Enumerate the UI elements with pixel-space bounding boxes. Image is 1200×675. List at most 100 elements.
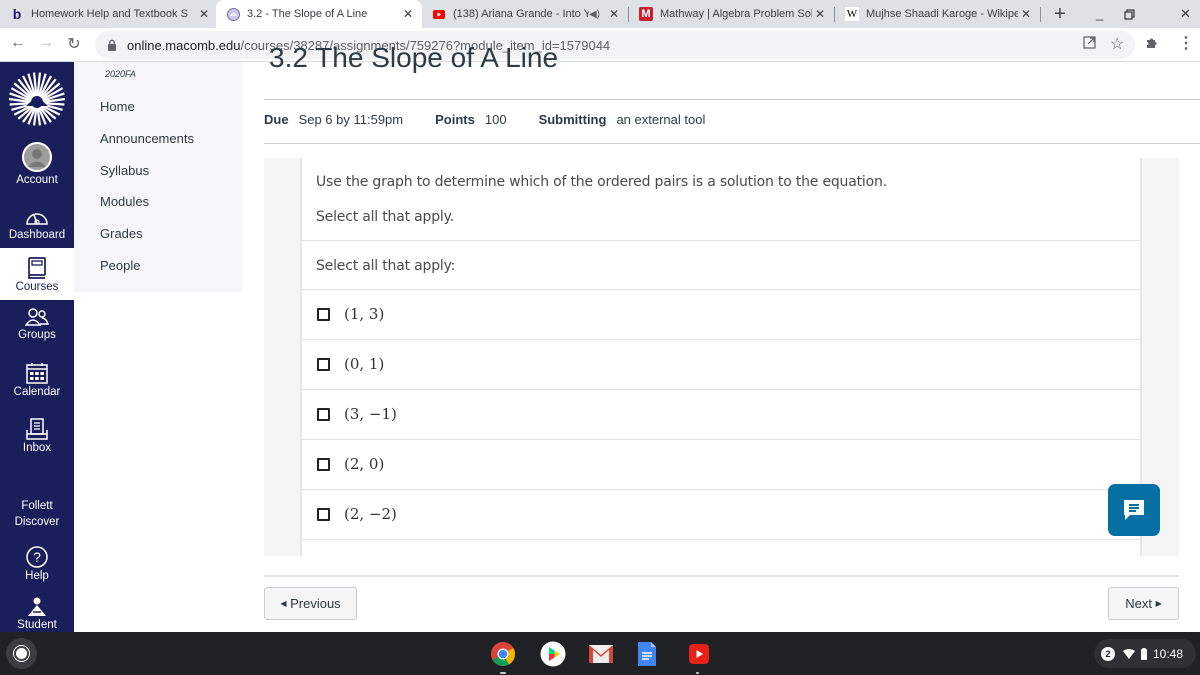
- course-term: 2020FA: [105, 69, 136, 79]
- inbox-icon: [26, 418, 48, 440]
- extensions-puzzle-icon[interactable]: [1146, 36, 1159, 52]
- course-nav-home[interactable]: Home: [100, 99, 135, 114]
- macomb-logo[interactable]: [0, 68, 74, 132]
- caret-left-icon: ◀: [280, 599, 287, 608]
- nav-groups[interactable]: Groups: [0, 307, 74, 341]
- new-tab-button[interactable]: +: [1050, 3, 1070, 26]
- global-navigation: Account Dashboard Courses Groups Calenda…: [0, 62, 74, 632]
- nav-dashboard[interactable]: Dashboard: [0, 207, 74, 241]
- close-icon[interactable]: ✕: [400, 7, 416, 21]
- assignment-title: 3.2 The Slope of A Line: [269, 42, 559, 73]
- mathway-favicon-icon: M: [639, 7, 653, 21]
- tab-youtube-ariana[interactable]: (138) Ariana Grande - Into Y ◀) ✕: [422, 0, 628, 28]
- select-all-label: Select all that apply:: [316, 258, 456, 274]
- reload-button[interactable]: ↻: [64, 34, 84, 54]
- divider: [264, 99, 1200, 100]
- answer-choice[interactable]: (3, −1): [302, 389, 1140, 439]
- close-icon[interactable]: ✕: [196, 7, 212, 21]
- nav-label: Calendar: [13, 386, 61, 398]
- groups-icon: [25, 308, 49, 326]
- answer-choice[interactable]: (1, 3): [302, 289, 1140, 339]
- url-host: online.macomb.edu: [127, 37, 241, 53]
- caret-right-icon: ▶: [1155, 599, 1162, 608]
- bartleby-favicon-icon: b: [12, 6, 22, 22]
- checkbox[interactable]: [317, 507, 330, 521]
- chat-help-button[interactable]: [1108, 484, 1160, 536]
- course-nav-syllabus[interactable]: Syllabus: [100, 163, 149, 178]
- close-window-icon[interactable]: ✕: [1180, 6, 1191, 22]
- help-icon: ?: [26, 546, 48, 568]
- wikipedia-favicon-icon: W: [845, 7, 859, 21]
- close-icon[interactable]: ✕: [812, 7, 828, 21]
- tab-slope-of-a-line[interactable]: 3.2 - The Slope of A Line ✕: [216, 0, 422, 28]
- address-bar[interactable]: online.macomb.edu /courses/38287/assignm…: [95, 31, 1135, 59]
- clock: 10:48: [1153, 646, 1184, 661]
- checkbox[interactable]: [317, 357, 330, 371]
- bookmark-star-icon[interactable]: ☆: [1110, 34, 1124, 54]
- nav-account[interactable]: Account: [0, 142, 74, 186]
- running-indicator: [696, 672, 699, 674]
- nav-calendar[interactable]: Calendar: [0, 362, 74, 398]
- previous-button[interactable]: ◀ Previous: [264, 587, 357, 620]
- nav-label: Account: [16, 174, 58, 186]
- tab-divider: [1040, 7, 1041, 22]
- tab-mathway[interactable]: M Mathway | Algebra Problem Sol ✕: [629, 0, 834, 28]
- nav-label: Dashboard: [8, 229, 66, 241]
- course-nav-modules[interactable]: Modules: [100, 194, 149, 209]
- question-prompt: Use the graph to determine which of the …: [316, 174, 887, 190]
- submitting-value: an external tool: [616, 112, 706, 127]
- canvas-favicon-icon: [226, 7, 240, 21]
- course-nav-announcements[interactable]: Announcements: [100, 131, 194, 146]
- play-store-app-icon[interactable]: [539, 640, 567, 668]
- forward-button[interactable]: →: [36, 34, 56, 52]
- course-nav-grades[interactable]: Grades: [100, 226, 143, 241]
- battery-icon: [1141, 647, 1147, 660]
- close-icon[interactable]: ✕: [606, 7, 622, 21]
- checkbox[interactable]: [317, 407, 330, 421]
- nav-label: Follett: [21, 500, 53, 512]
- nav-inbox[interactable]: Inbox: [0, 418, 74, 454]
- due-label: Due: [264, 112, 289, 127]
- question-instruction: Select all that apply.: [316, 209, 454, 225]
- gmail-app-icon[interactable]: [587, 640, 615, 668]
- nav-student[interactable]: Student: [0, 597, 74, 631]
- tab-homework-help[interactable]: b Homework Help and Textbook S ✕: [0, 0, 218, 28]
- google-docs-app-icon[interactable]: [633, 640, 661, 668]
- svg-text:?: ?: [33, 549, 41, 565]
- back-button[interactable]: ←: [8, 34, 28, 52]
- open-in-new-window-icon[interactable]: [1083, 36, 1096, 52]
- youtube-app-icon[interactable]: [685, 640, 713, 668]
- browser-toolbar: ← → ↻ online.macomb.edu /courses/38287/a…: [0, 28, 1200, 62]
- next-button[interactable]: Next ▶: [1108, 587, 1179, 620]
- restore-window-icon[interactable]: [1124, 8, 1135, 23]
- audio-playing-icon[interactable]: ◀): [589, 9, 600, 20]
- submitting-label: Submitting: [538, 112, 607, 127]
- nav-follett-discover[interactable]: Follett Discover: [0, 498, 74, 530]
- assignment-details: Due Sep 6 by 11:59pm Points 100 Submitti…: [264, 112, 705, 127]
- answer-choice[interactable]: (2, −2): [302, 489, 1140, 539]
- close-icon[interactable]: ✕: [1018, 7, 1034, 21]
- tab-title: Mujhse Shaadi Karoge - Wikipe: [866, 8, 1018, 20]
- tab-title: Mathway | Algebra Problem Sol: [660, 8, 812, 20]
- browser-menu-icon[interactable]: ⋮: [1178, 33, 1194, 53]
- nav-courses[interactable]: Courses: [0, 248, 74, 300]
- checkbox[interactable]: [317, 307, 330, 321]
- minimize-window-icon[interactable]: _: [1096, 6, 1103, 21]
- choice-label: (3, −1): [344, 405, 397, 423]
- macomb-logo-icon: [8, 72, 66, 126]
- launcher-button[interactable]: [6, 638, 37, 669]
- wifi-icon: [1123, 648, 1135, 659]
- answer-choice[interactable]: (2, 0): [302, 439, 1140, 489]
- tab-title: Homework Help and Textbook S: [31, 8, 188, 20]
- os-shelf: 2 10:48: [0, 632, 1200, 675]
- lock-icon: [107, 39, 117, 51]
- tab-wikipedia[interactable]: W Mujhse Shaadi Karoge - Wikipe ✕: [835, 0, 1040, 28]
- answer-choice[interactable]: (0, 1): [302, 339, 1140, 389]
- notification-count-badge: 2: [1101, 646, 1115, 661]
- chrome-app-icon[interactable]: [489, 640, 517, 668]
- nav-help[interactable]: ? Help: [0, 546, 74, 582]
- course-nav-people[interactable]: People: [100, 258, 140, 273]
- checkbox[interactable]: [317, 457, 330, 471]
- status-tray[interactable]: 2 10:48: [1094, 639, 1196, 668]
- divider: [264, 143, 1200, 144]
